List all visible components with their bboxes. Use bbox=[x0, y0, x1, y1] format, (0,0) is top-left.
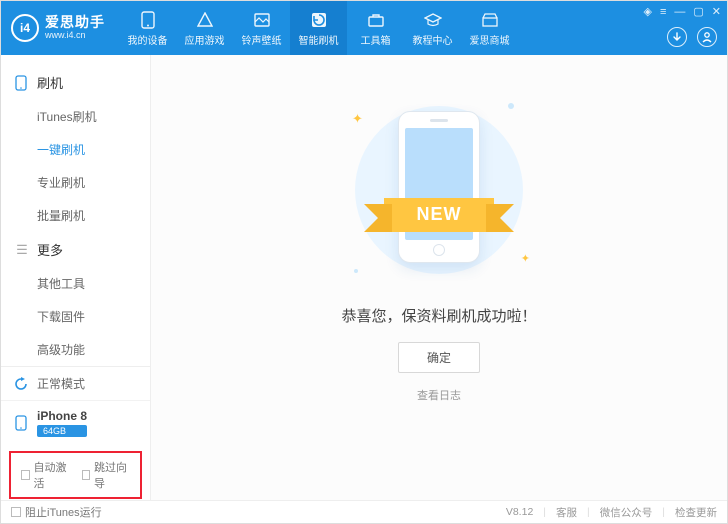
sidebar-section-flash: 刷机 bbox=[1, 65, 150, 100]
status-bar: 阻止iTunes运行 V8.12 | 客服 | 微信公众号 | 检查更新 bbox=[1, 501, 727, 523]
apps-icon bbox=[197, 10, 213, 30]
store-icon bbox=[482, 10, 498, 30]
ok-button[interactable]: 确定 bbox=[398, 342, 480, 373]
sparkle-icon: ✦ bbox=[521, 252, 530, 265]
checkbox-auto-activate[interactable]: 自动激活 bbox=[21, 459, 70, 491]
sidebar-item-batch-flash[interactable]: 批量刷机 bbox=[1, 199, 150, 232]
main-content: ✦ ✦ NEW 恭喜您，保资料刷机成功啦！ 确定 查看日志 bbox=[151, 55, 727, 500]
maximize-icon[interactable]: ▢ bbox=[693, 5, 703, 18]
sidebar-section-more: ☰ 更多 bbox=[1, 232, 150, 267]
status-mode-row[interactable]: 正常模式 bbox=[1, 367, 150, 400]
section-title: 更多 bbox=[37, 240, 63, 259]
sidebar-item-other-tools[interactable]: 其他工具 bbox=[1, 267, 150, 300]
header-bar: i4 爱思助手 www.i4.cn 我的设备 应用游戏 铃声壁纸 bbox=[1, 1, 727, 55]
sparkle-icon: ✦ bbox=[352, 111, 363, 127]
status-mode-label: 正常模式 bbox=[37, 375, 85, 392]
device-phone-icon bbox=[13, 415, 29, 431]
nav-label: 爱思商城 bbox=[470, 32, 510, 47]
device-row[interactable]: iPhone 8 64GB bbox=[1, 400, 150, 445]
toolbox-icon bbox=[368, 10, 384, 30]
sidebar: 刷机 iTunes刷机 一键刷机 专业刷机 批量刷机 ☰ 更多 其他工具 下载固… bbox=[1, 55, 151, 500]
top-nav: 我的设备 应用游戏 铃声壁纸 智能刷机 工具箱 bbox=[119, 1, 518, 55]
app-logo: i4 爱思助手 www.i4.cn bbox=[1, 1, 119, 55]
checkbox-label: 跳过向导 bbox=[94, 459, 130, 491]
list-icon: ☰ bbox=[15, 242, 29, 258]
nav-label: 铃声壁纸 bbox=[242, 32, 282, 47]
nav-my-device[interactable]: 我的设备 bbox=[119, 1, 176, 55]
nav-ringtones[interactable]: 铃声壁纸 bbox=[233, 1, 290, 55]
nav-tutorials[interactable]: 教程中心 bbox=[404, 1, 461, 55]
nav-label: 智能刷机 bbox=[299, 32, 339, 47]
footer-link-wechat[interactable]: 微信公众号 bbox=[600, 505, 653, 520]
section-title: 刷机 bbox=[37, 73, 63, 92]
sidebar-item-oneclick-flash[interactable]: 一键刷机 bbox=[1, 133, 150, 166]
nav-label: 教程中心 bbox=[413, 32, 453, 47]
minimize-icon[interactable]: — bbox=[674, 6, 685, 18]
footer-link-support[interactable]: 客服 bbox=[556, 505, 577, 520]
user-account-icon[interactable] bbox=[697, 27, 717, 47]
nav-apps[interactable]: 应用游戏 bbox=[176, 1, 233, 55]
sync-icon bbox=[13, 376, 29, 392]
window-controls: ◈ ≡ — ▢ ✕ bbox=[643, 5, 721, 18]
shirt-icon[interactable]: ◈ bbox=[643, 5, 651, 18]
menu-icon[interactable]: ≡ bbox=[660, 6, 666, 18]
checkbox-label: 自动激活 bbox=[34, 459, 70, 491]
success-message: 恭喜您，保资料刷机成功啦！ bbox=[341, 305, 536, 326]
sidebar-item-download-firmware[interactable]: 下载固件 bbox=[1, 300, 150, 333]
sidebar-item-itunes-flash[interactable]: iTunes刷机 bbox=[1, 100, 150, 133]
success-illustration: ✦ ✦ NEW bbox=[334, 95, 544, 285]
nav-label: 我的设备 bbox=[128, 32, 168, 47]
sidebar-item-advanced[interactable]: 高级功能 bbox=[1, 333, 150, 366]
app-url: www.i4.cn bbox=[45, 31, 105, 41]
nav-toolbox[interactable]: 工具箱 bbox=[347, 1, 404, 55]
checkbox-label: 阻止iTunes运行 bbox=[25, 504, 102, 520]
checkbox-block-itunes[interactable]: 阻止iTunes运行 bbox=[11, 504, 102, 520]
refresh-icon bbox=[311, 10, 327, 30]
nav-flash[interactable]: 智能刷机 bbox=[290, 1, 347, 55]
nav-store[interactable]: 爱思商城 bbox=[461, 1, 518, 55]
flash-options-highlight: 自动激活 跳过向导 bbox=[9, 451, 142, 499]
ribbon-text: NEW bbox=[384, 198, 494, 232]
phone-icon bbox=[141, 10, 155, 30]
app-name: 爱思助手 bbox=[45, 15, 105, 30]
nav-label: 应用游戏 bbox=[185, 32, 225, 47]
sidebar-item-pro-flash[interactable]: 专业刷机 bbox=[1, 166, 150, 199]
footer-link-update[interactable]: 检查更新 bbox=[675, 505, 717, 520]
phone-outline-icon bbox=[15, 75, 29, 91]
view-log-link[interactable]: 查看日志 bbox=[417, 387, 461, 403]
wallpaper-icon bbox=[254, 10, 270, 30]
new-ribbon-icon: NEW bbox=[384, 198, 494, 232]
phone-illustration-icon bbox=[398, 111, 480, 263]
download-manager-icon[interactable] bbox=[667, 27, 687, 47]
graduation-icon bbox=[424, 10, 442, 30]
device-storage-badge: 64GB bbox=[37, 425, 87, 437]
device-name: iPhone 8 bbox=[37, 409, 87, 423]
checkbox-skip-wizard[interactable]: 跳过向导 bbox=[82, 459, 131, 491]
logo-icon: i4 bbox=[11, 14, 39, 42]
close-icon[interactable]: ✕ bbox=[712, 5, 721, 18]
version-label: V8.12 bbox=[506, 506, 533, 518]
nav-label: 工具箱 bbox=[361, 32, 391, 47]
